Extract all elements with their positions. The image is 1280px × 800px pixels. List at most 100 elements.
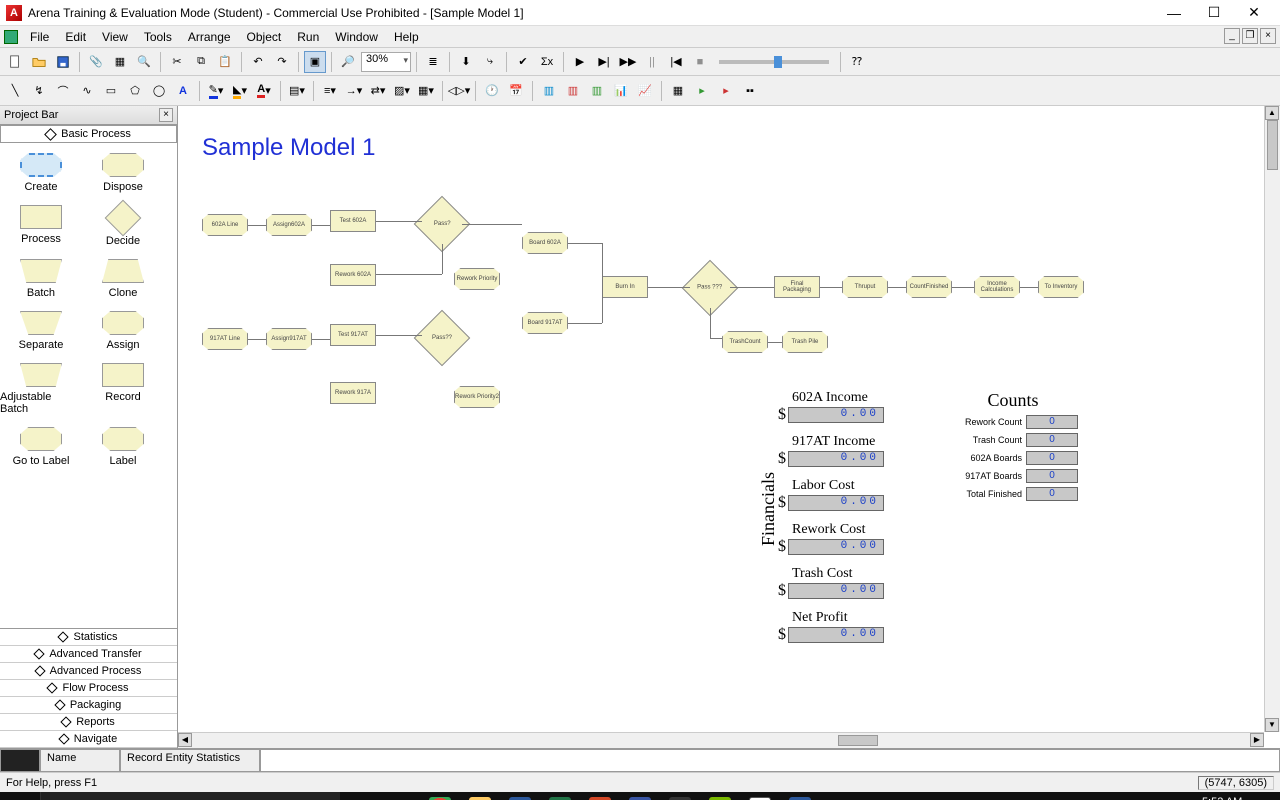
undo-button[interactable]: ↶ — [247, 51, 269, 73]
section-reports[interactable]: Reports — [0, 714, 177, 731]
pattern-button[interactable]: ▨▾ — [391, 80, 413, 102]
start-button[interactable] — [0, 792, 40, 800]
bezier-tool[interactable]: ∿ — [76, 80, 98, 102]
open-button[interactable] — [28, 51, 50, 73]
step-button[interactable]: ▶| — [593, 51, 615, 73]
mdi-close[interactable]: × — [1260, 28, 1276, 44]
clock-icon[interactable]: 🕐 — [481, 80, 503, 102]
fastforward-button[interactable]: ▶▶ — [617, 51, 639, 73]
module-record[interactable]: Record — [82, 363, 164, 415]
check-button[interactable]: ✔ — [512, 51, 534, 73]
project-bar-close[interactable]: × — [159, 108, 173, 122]
block-to-inventory[interactable]: To Inventory — [1038, 276, 1084, 298]
menu-view[interactable]: View — [94, 28, 136, 46]
arc-tool[interactable]: ⌒ — [52, 80, 74, 102]
horizontal-scrollbar[interactable]: ◀ ▶ — [178, 732, 1264, 748]
scroll-left-arrow[interactable]: ◀ — [178, 733, 192, 747]
task-view-icon[interactable]: ⊞ — [380, 792, 420, 800]
block-pass2[interactable]: Pass?? — [414, 310, 471, 367]
model-canvas[interactable]: Sample Model 1 602A Line Assign602A Test… — [178, 106, 1264, 732]
chart2-button[interactable]: ▥ — [562, 80, 584, 102]
block-602a-line[interactable]: 602A Line — [202, 214, 248, 236]
module-batch[interactable]: Batch — [0, 259, 82, 299]
rect-tool[interactable]: ▭ — [100, 80, 122, 102]
attach-button[interactable]: 📎 — [85, 51, 107, 73]
menu-tools[interactable]: Tools — [136, 28, 180, 46]
vertical-scrollbar[interactable]: ▲ ▼ — [1264, 106, 1280, 732]
module-create[interactable]: Create — [0, 153, 82, 193]
menu-object[interactable]: Object — [239, 28, 290, 46]
ellipse-tool[interactable]: ◯ — [148, 80, 170, 102]
pause-button[interactable]: || — [641, 51, 663, 73]
block-rework-priority2[interactable]: Rework Priority2 — [454, 386, 500, 408]
chart4-button[interactable]: 📊 — [610, 80, 632, 102]
section-advanced-transfer[interactable]: Advanced Transfer — [0, 646, 177, 663]
panel-heading-basic-process[interactable]: Basic Process — [0, 125, 177, 143]
zoom-tool-button[interactable]: 🔎 — [337, 51, 359, 73]
visio-icon[interactable]: V — [620, 792, 660, 800]
submodel-button[interactable]: ⬇ — [455, 51, 477, 73]
animate4-button[interactable]: ▪▪ — [739, 80, 761, 102]
menu-window[interactable]: Window — [327, 28, 386, 46]
start-over-button[interactable]: |◀ — [665, 51, 687, 73]
section-packaging[interactable]: Packaging — [0, 697, 177, 714]
scroll-up-arrow[interactable]: ▲ — [1265, 106, 1279, 120]
text-color-button[interactable]: A▾ — [253, 80, 275, 102]
print-preview-button[interactable]: 🔍 — [133, 51, 155, 73]
app-icon-1[interactable]: ⚙ — [660, 792, 700, 800]
block-rework-priority[interactable]: Rework Priority — [454, 268, 500, 290]
line-color-button[interactable]: ✎▾ — [205, 80, 227, 102]
chrome-icon[interactable] — [420, 792, 460, 800]
layers-button[interactable]: ≣ — [422, 51, 444, 73]
chart3-button[interactable]: ▥ — [586, 80, 608, 102]
col-name[interactable]: Name — [40, 749, 120, 772]
menu-arrange[interactable]: Arrange — [180, 28, 239, 46]
dash-style-button[interactable]: ⇄▾ — [367, 80, 389, 102]
stop-button[interactable]: ■ — [689, 51, 711, 73]
arrow-style-button[interactable]: →▾ — [343, 80, 365, 102]
block-assign917at[interactable]: Assign917AT — [266, 328, 312, 350]
view-toggle-button[interactable]: ▣ — [304, 51, 326, 73]
speed-slider[interactable] — [719, 60, 829, 64]
minimize-button[interactable]: — — [1154, 0, 1194, 26]
spreadsheet-corner[interactable] — [0, 749, 40, 772]
arena-taskbar-icon[interactable]: A — [740, 792, 780, 800]
block-rework602a[interactable]: Rework 602A — [330, 264, 376, 286]
menu-file[interactable]: File — [22, 28, 57, 46]
section-flow-process[interactable]: Flow Process — [0, 680, 177, 697]
close-button[interactable]: ✕ — [1234, 0, 1274, 26]
system-tray[interactable]: ˄ ☁ ⧈ 🔇 5:52 AM 4/9/2020 💬 — [1107, 796, 1280, 800]
module-dispose[interactable]: Dispose — [82, 153, 164, 193]
taskbar-clock[interactable]: 5:52 AM 4/9/2020 — [1193, 796, 1248, 800]
menu-edit[interactable]: Edit — [57, 28, 94, 46]
menu-run[interactable]: Run — [289, 28, 327, 46]
section-navigate[interactable]: Navigate — [0, 731, 177, 748]
block-thruput[interactable]: Thruput — [842, 276, 888, 298]
block-assign602a[interactable]: Assign602A — [266, 214, 312, 236]
word2-icon[interactable]: W — [780, 792, 820, 800]
expression-button[interactable]: Σx — [536, 51, 558, 73]
module-adjustable-batch[interactable]: Adjustable Batch — [0, 363, 82, 415]
scroll-right-arrow[interactable]: ▶ — [1250, 733, 1264, 747]
hscroll-thumb[interactable] — [838, 735, 878, 746]
line-style-button[interactable]: ≡▾ — [319, 80, 341, 102]
line-width-button[interactable]: ▤▾ — [286, 80, 308, 102]
go-button[interactable]: ▶ — [569, 51, 591, 73]
cut-button[interactable]: ✂ — [166, 51, 188, 73]
block-trash-pile[interactable]: Trash Pile — [782, 331, 828, 353]
block-board917at[interactable]: Board 917AT — [522, 312, 568, 334]
block-rework917a[interactable]: Rework 917A — [330, 382, 376, 404]
module-separate[interactable]: Separate — [0, 311, 82, 351]
module-process[interactable]: Process — [0, 205, 82, 247]
zoom-combo[interactable]: 30% — [361, 52, 411, 72]
module-assign[interactable]: Assign — [82, 311, 164, 351]
polyline-tool[interactable]: ↯ — [28, 80, 50, 102]
calendar-icon[interactable]: 📅 — [505, 80, 527, 102]
block-burn-in[interactable]: Burn In — [602, 276, 648, 298]
mdi-minimize[interactable]: _ — [1224, 28, 1240, 44]
scroll-down-arrow[interactable]: ▼ — [1265, 718, 1279, 732]
block-test602a[interactable]: Test 602A — [330, 210, 376, 232]
menu-help[interactable]: Help — [386, 28, 427, 46]
animate3-button[interactable]: ▸ — [715, 80, 737, 102]
col-record-stats[interactable]: Record Entity Statistics — [120, 749, 260, 772]
